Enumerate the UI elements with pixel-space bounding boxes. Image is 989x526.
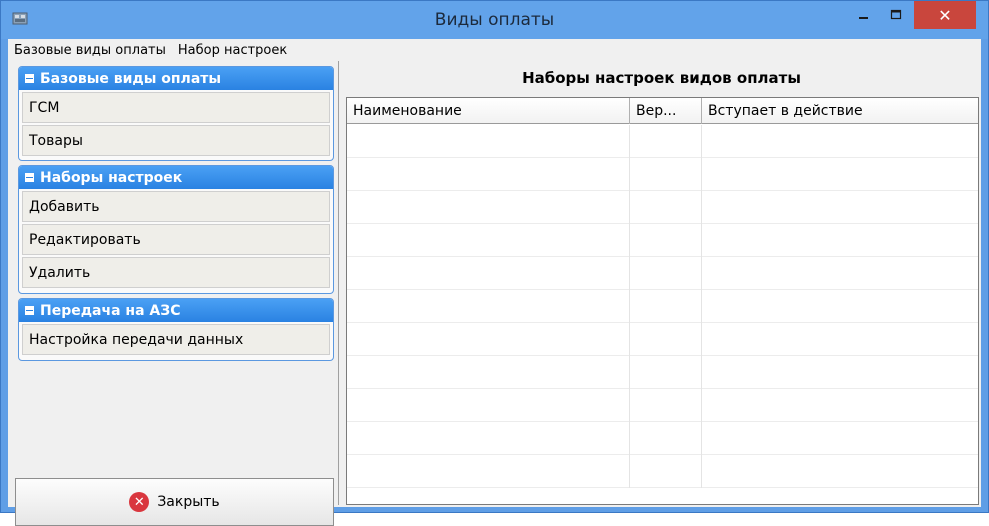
table-cell [347, 323, 630, 356]
table-cell [630, 224, 702, 257]
group-base-payment-types: Базовые виды оплаты ГСМ Товары [18, 66, 334, 161]
table-cell [347, 389, 630, 422]
table-row[interactable] [347, 389, 978, 422]
table-cell [630, 389, 702, 422]
window-title: Виды оплаты [434, 10, 555, 30]
table-cell [347, 125, 630, 158]
collapse-icon[interactable] [25, 306, 34, 315]
table-cell [347, 224, 630, 257]
column-header-effective-date[interactable]: Вступает в действие [702, 98, 978, 124]
close-button[interactable]: ✕ Закрыть [15, 478, 334, 526]
settings-table[interactable]: Наименование Вер... Вступает в действие [346, 97, 979, 505]
right-panel: Наборы настроек видов оплаты Наименовани… [342, 61, 981, 505]
table-cell [702, 455, 978, 488]
table-row[interactable] [347, 356, 978, 389]
group-header[interactable]: Передача на АЗС [19, 299, 333, 322]
group-title: Наборы настроек [40, 169, 183, 186]
table-cell [347, 191, 630, 224]
table-cell [702, 422, 978, 455]
collapse-icon[interactable] [25, 173, 34, 182]
table-cell [347, 290, 630, 323]
group-title: Передача на АЗС [40, 302, 181, 319]
table-cell [630, 455, 702, 488]
table-cell [702, 125, 978, 158]
client-area: Базовые виды оплаты Набор настроек Базов… [8, 39, 981, 526]
table-title: Наборы настроек видов оплаты [522, 69, 801, 87]
table-row[interactable] [347, 455, 978, 488]
table-cell [702, 257, 978, 290]
table-cell [347, 257, 630, 290]
group-header[interactable]: Базовые виды оплаты [19, 67, 333, 90]
title-bar[interactable]: Виды оплаты ✕ [1, 1, 988, 39]
group-settings-sets: Наборы настроек Добавить Редактировать У… [18, 165, 334, 294]
group-header[interactable]: Наборы настроек [19, 166, 333, 189]
table-cell [702, 191, 978, 224]
table-row[interactable] [347, 323, 978, 356]
edit-button[interactable]: Редактировать [22, 224, 330, 255]
table-cell [347, 455, 630, 488]
window: Виды оплаты ✕ Базовые виды оплаты Набор … [0, 0, 989, 526]
table-cell [630, 422, 702, 455]
menu-settings-set[interactable]: Набор настроек [172, 43, 293, 58]
table-cell [347, 422, 630, 455]
table-cell [702, 389, 978, 422]
table-cell [630, 356, 702, 389]
table-row[interactable] [347, 422, 978, 455]
goods-button[interactable]: Товары [22, 125, 330, 156]
close-circle-icon: ✕ [129, 492, 150, 512]
gsm-button[interactable]: ГСМ [22, 92, 330, 123]
table-header: Наименование Вер... Вступает в действие [347, 98, 978, 124]
maximize-button[interactable] [881, 1, 911, 29]
table-cell [347, 158, 630, 191]
minimize-icon [859, 17, 868, 19]
menu-base-payment-types[interactable]: Базовые виды оплаты [8, 43, 172, 58]
column-header-name[interactable]: Наименование [347, 98, 630, 124]
group-title: Базовые виды оплаты [40, 70, 222, 87]
column-header-version[interactable]: Вер... [630, 98, 702, 124]
add-button[interactable]: Добавить [22, 191, 330, 222]
table-cell [702, 356, 978, 389]
table-cell [702, 290, 978, 323]
table-row[interactable] [347, 125, 978, 158]
table-row[interactable] [347, 224, 978, 257]
table-row[interactable] [347, 290, 978, 323]
table-row[interactable] [347, 158, 978, 191]
minimize-button[interactable] [849, 1, 879, 29]
table-cell [630, 125, 702, 158]
collapse-icon[interactable] [25, 74, 34, 83]
table-cell [347, 356, 630, 389]
table-cell [630, 257, 702, 290]
maximize-icon [890, 9, 902, 20]
table-cell [630, 191, 702, 224]
table-row[interactable] [347, 191, 978, 224]
delete-button[interactable]: Удалить [22, 257, 330, 288]
table-row[interactable] [347, 257, 978, 290]
table-cell [702, 323, 978, 356]
table-cell [702, 224, 978, 257]
group-transfer-to-station: Передача на АЗС Настройка передачи данны… [18, 298, 334, 361]
table-cell [630, 323, 702, 356]
window-close-button[interactable]: ✕ [914, 1, 976, 29]
close-button-label: Закрыть [157, 494, 220, 510]
close-icon: ✕ [938, 5, 952, 25]
table-cell [630, 158, 702, 191]
data-transfer-settings-button[interactable]: Настройка передачи данных [22, 324, 330, 355]
table-cell [702, 158, 978, 191]
left-panel: Базовые виды оплаты ГСМ Товары Наборы на… [8, 61, 339, 526]
menu-bar: Базовые виды оплаты Набор настроек [8, 39, 981, 61]
table-cell [630, 290, 702, 323]
